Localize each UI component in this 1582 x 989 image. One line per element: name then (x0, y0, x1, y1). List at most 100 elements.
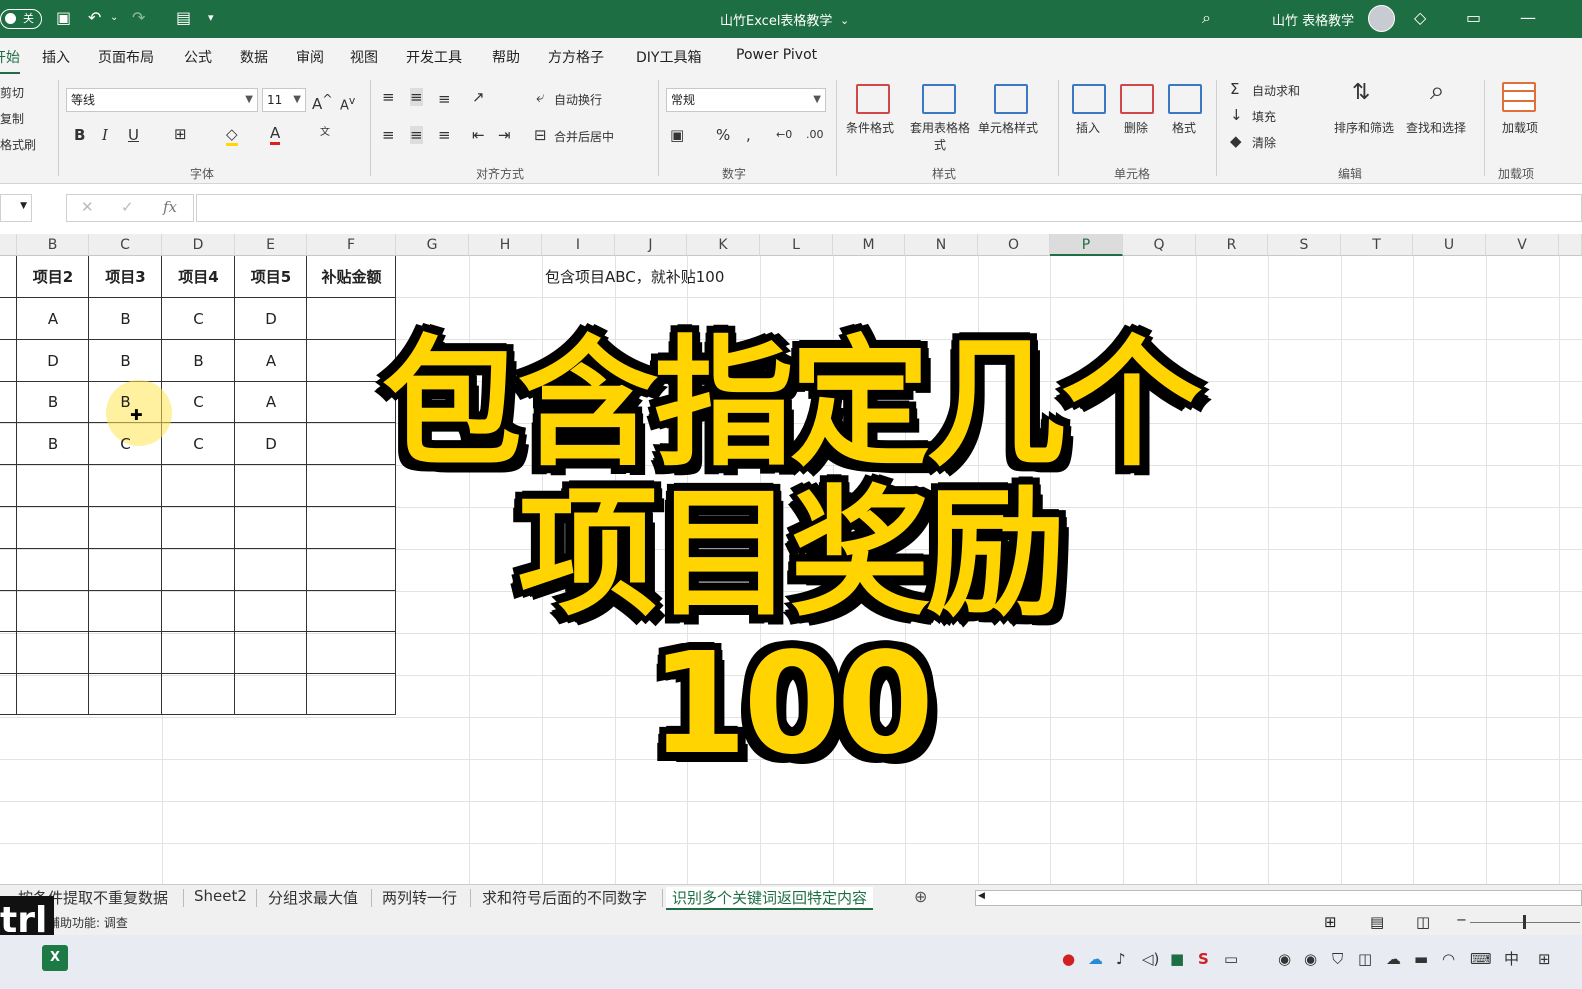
ribbon-display-icon[interactable]: ▭ (1466, 8, 1481, 28)
sheet-tab[interactable]: Sheet2 (194, 887, 247, 905)
security-shield-icon[interactable]: ⛉ (1332, 949, 1343, 969)
autosum-button[interactable]: 自动求和 (1252, 82, 1300, 99)
align-top-icon[interactable]: ≡ (382, 88, 395, 106)
decrease-indent-icon[interactable]: ⇤ (472, 126, 485, 144)
tab-review[interactable]: 审阅 (296, 47, 324, 67)
network-cloud-icon[interactable]: ☁ (1386, 949, 1401, 969)
wrap-text-icon[interactable]: ⤶ (536, 88, 544, 106)
page-layout-view-icon[interactable]: ▤ (1370, 913, 1384, 931)
keyboard-icon[interactable]: ⌨ (1470, 949, 1492, 969)
cell-styles-button[interactable]: 单元格样式 (978, 119, 1038, 136)
fill-color-icon[interactable]: ◇ (226, 125, 238, 146)
user-name[interactable]: 山竹 表格教学 (1272, 10, 1354, 29)
sheet-tab[interactable]: 分组求最大值 (268, 887, 358, 908)
zoom-slider-thumb[interactable] (1523, 915, 1526, 929)
column-header[interactable]: M (833, 234, 905, 256)
column-header[interactable]: J (615, 234, 687, 256)
tab-fangfang[interactable]: 方方格子 (548, 47, 604, 67)
increase-indent-icon[interactable]: ⇥ (498, 126, 511, 144)
print-preview-icon[interactable]: ▤ (176, 8, 191, 28)
tab-page-layout[interactable]: 页面布局 (98, 47, 154, 67)
tab-view[interactable]: 视图 (350, 47, 378, 67)
column-header[interactable]: N (905, 234, 978, 256)
customize-toolbar-icon[interactable]: ▾ (208, 8, 214, 28)
column-header[interactable]: E (235, 234, 307, 256)
table-cell[interactable]: B (89, 340, 162, 382)
tab-power-pivot[interactable]: Power Pivot (736, 47, 817, 63)
underline-button[interactable]: U (128, 126, 139, 144)
insert-cells-icon[interactable] (1072, 84, 1106, 114)
wps-icon[interactable]: S (1198, 949, 1209, 969)
normal-view-icon[interactable]: ⊞ (1324, 913, 1337, 931)
sort-filter-icon[interactable]: ⇅ (1352, 82, 1370, 104)
column-header[interactable]: H (469, 234, 542, 256)
column-header[interactable]: F (307, 234, 396, 256)
scroll-left-icon[interactable]: ◀ (978, 891, 985, 901)
search-icon[interactable]: ⌕ (1202, 8, 1211, 28)
merge-center-button[interactable]: 合并后居中 (554, 128, 614, 145)
align-left-icon[interactable]: ≡ (382, 126, 395, 144)
accounting-format-icon[interactable]: ▣ (670, 126, 684, 144)
header-cell-item5[interactable]: 项目5 (235, 256, 307, 298)
header-cell-item3[interactable]: 项目3 (89, 256, 162, 298)
message-icon[interactable]: ▭ (1224, 949, 1238, 969)
app-tray-icon[interactable]: ■ (1170, 949, 1184, 969)
column-header[interactable]: R (1196, 234, 1268, 256)
font-color-icon[interactable]: A (270, 124, 281, 145)
save-icon[interactable]: ▣ (56, 8, 71, 28)
column-header[interactable]: G (396, 234, 469, 256)
autosave-toggle[interactable]: 关 (0, 9, 42, 29)
insert-cells-button[interactable]: 插入 (1076, 119, 1100, 136)
autosum-icon[interactable]: Σ (1230, 80, 1239, 98)
header-cell-item4[interactable]: 项目4 (162, 256, 235, 298)
qq-icon-2[interactable]: ◉ (1304, 949, 1317, 969)
redo-icon[interactable]: ↷ (132, 8, 145, 28)
cloud-icon[interactable]: ☁ (1088, 949, 1103, 969)
column-header[interactable]: C (89, 234, 162, 256)
clear-button[interactable]: 清除 (1252, 134, 1276, 151)
header-cell-subsidy[interactable]: 补贴金额 (307, 256, 396, 298)
screenshot-icon[interactable]: ◫ (1358, 949, 1372, 969)
number-format-combo[interactable]: 常规 ▼ (666, 88, 826, 112)
zoom-out-icon[interactable]: − (1456, 913, 1467, 928)
column-header[interactable]: D (162, 234, 235, 256)
premium-diamond-icon[interactable]: ◇ (1414, 8, 1426, 28)
insert-function-icon[interactable]: fx (163, 198, 177, 216)
column-header[interactable]: S (1268, 234, 1341, 256)
wifi-icon[interactable]: ◠ (1442, 949, 1455, 969)
increase-font-icon[interactable]: A^ (312, 90, 333, 113)
tab-help[interactable]: 帮助 (492, 47, 520, 67)
conditional-format-icon[interactable] (856, 84, 890, 114)
speaker-icon[interactable]: ◁) (1142, 949, 1159, 969)
percent-button[interactable]: % (716, 126, 730, 144)
borders-icon[interactable]: ⊞ (174, 125, 187, 143)
format-cells-icon[interactable] (1168, 84, 1202, 114)
tab-developer[interactable]: 开发工具 (406, 47, 462, 67)
italic-button[interactable]: I (102, 126, 108, 144)
column-header[interactable]: V (1486, 234, 1559, 256)
column-header[interactable]: B (17, 234, 89, 256)
delete-cells-button[interactable]: 删除 (1124, 119, 1148, 136)
table-cell[interactable]: A (235, 381, 307, 423)
comma-style-icon[interactable]: , (746, 126, 751, 144)
find-select-button[interactable]: 查找和选择 (1406, 119, 1466, 136)
rule-note[interactable]: 包含项目ABC，就补贴100 (545, 266, 724, 287)
column-header[interactable]: I (542, 234, 615, 256)
sheet-tab-active[interactable]: 识别多个关键词返回特定内容 (666, 887, 874, 910)
table-cell[interactable]: C (162, 423, 235, 465)
formula-input[interactable] (196, 194, 1582, 222)
delete-cells-icon[interactable] (1120, 84, 1154, 114)
merge-icon[interactable]: ⊟ (534, 126, 547, 144)
align-middle-icon[interactable]: ≡ (410, 88, 423, 106)
fill-button[interactable]: 填充 (1252, 108, 1276, 125)
microphone-icon[interactable]: ♪ (1116, 949, 1126, 969)
tab-home[interactable]: 开始 (0, 47, 20, 75)
horizontal-scrollbar[interactable]: ◀ (975, 890, 1582, 906)
format-as-table-icon[interactable] (922, 84, 956, 114)
table-cell[interactable]: C (162, 381, 235, 423)
fill-icon[interactable]: ↓ (1230, 106, 1243, 124)
column-header[interactable]: O (978, 234, 1050, 256)
table-cell[interactable]: B (89, 298, 162, 340)
column-header-w[interactable] (1559, 234, 1582, 256)
qq-icon[interactable]: ◉ (1278, 949, 1291, 969)
